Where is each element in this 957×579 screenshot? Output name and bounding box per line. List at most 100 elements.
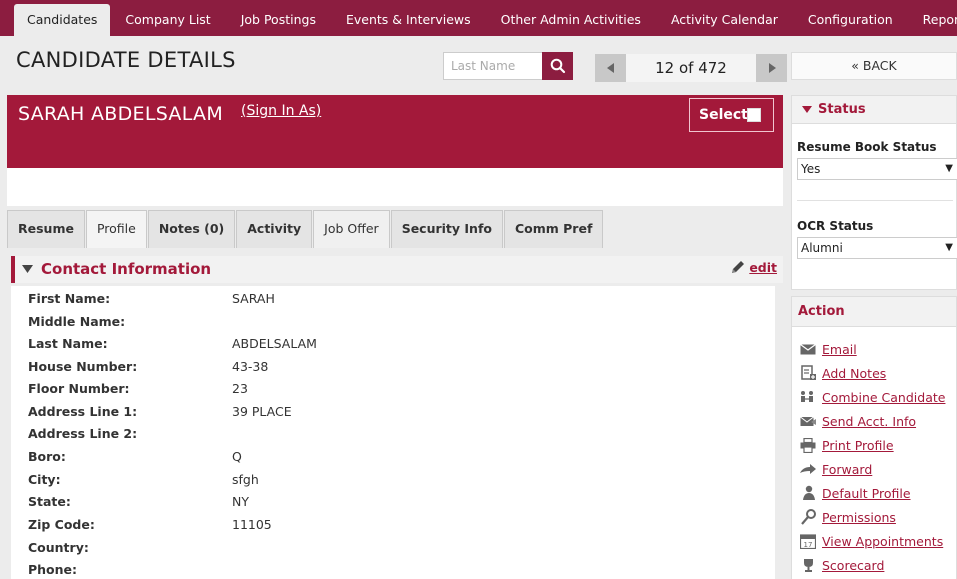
top-navigation: Candidates Company List Job Postings Eve… [0,0,957,36]
field-city: City: sfgh [11,469,775,491]
field-label: Last Name: [28,336,108,351]
tab-resume[interactable]: Resume [7,210,85,248]
contact-information-header[interactable]: Contact Information edit [11,256,783,283]
action-label: Scorecard [822,557,885,573]
action-label: Forward [822,461,873,477]
next-record-button[interactable] [756,54,787,82]
previous-record-button[interactable] [595,54,626,82]
field-floor-number: Floor Number: 23 [11,378,775,400]
edit-contact-link[interactable]: edit [730,259,777,275]
action-scorecard[interactable]: Scorecard [799,555,884,575]
edit-label: edit [749,259,777,275]
field-label: Floor Number: [28,381,130,396]
triangle-left-icon [606,63,614,73]
field-house-number: House Number: 43-38 [11,356,775,378]
field-address-line-2: Address Line 2: [11,423,775,445]
action-permissions[interactable]: Permissions [799,507,896,527]
resume-book-status-select[interactable]: Yes ▼ [797,158,957,180]
field-first-name: First Name: SARAH [11,288,775,310]
nav-other-admin-activities[interactable]: Other Admin Activities [486,4,656,36]
select-value: Yes [801,162,821,176]
last-name-search-input[interactable] [443,52,543,80]
section-title: Contact Information [41,260,212,278]
tab-profile[interactable]: Profile [85,210,147,248]
triangle-right-icon [768,63,776,73]
ocr-status-label: OCR Status [797,219,874,233]
action-view-appointments[interactable]: 17 View Appointments [799,531,943,551]
calendar-icon: 17 [799,533,817,549]
tab-security-info[interactable]: Security Info [390,210,503,248]
svg-text:17: 17 [804,541,813,549]
nav-company-list[interactable]: Company List [110,4,225,36]
action-label: View Appointments [822,533,944,549]
field-boro: Boro: Q [11,446,775,468]
field-label: Middle Name: [28,314,126,329]
tab-comm-pref[interactable]: Comm Pref [503,210,604,248]
action-label: Send Acct. Info [822,413,917,429]
field-label: State: [28,494,71,509]
status-panel: Status Resume Book Status Yes ▼ OCR Stat… [791,95,957,290]
action-default-profile[interactable]: Default Profile [799,483,911,503]
action-print-profile[interactable]: Print Profile [799,435,894,455]
select-value: Alumni [801,241,843,255]
action-label: Email [822,341,857,357]
tab-job-offer[interactable]: Job Offer [313,210,390,248]
action-email[interactable]: Email [799,339,857,359]
field-value: 11105 [232,517,272,532]
add-notes-icon [799,365,817,381]
action-label: Add Notes [822,365,887,381]
action-label: Permissions [822,509,896,525]
select-candidate-toggle[interactable]: Select [689,98,774,132]
sign-in-as-link[interactable]: (Sign In As) [241,103,321,119]
nav-events-interviews[interactable]: Events & Interviews [331,4,486,36]
search-button[interactable] [542,52,573,80]
action-combine-candidate[interactable]: Combine Candidate [799,387,945,407]
field-label: Zip Code: [28,517,95,532]
action-add-notes[interactable]: Add Notes [799,363,886,383]
status-panel-header[interactable]: Status [792,96,956,124]
user-icon [799,485,817,501]
candidate-name: SARAH ABDELSALAM [18,103,224,125]
field-state: State: NY [11,491,775,513]
pager-count: 12 of 472 [626,54,756,82]
field-label: First Name: [28,291,111,306]
nav-candidates[interactable]: Candidates [14,4,111,36]
tab-activity[interactable]: Activity [236,210,313,248]
search-icon [550,58,565,74]
record-pager: 12 of 472 [595,54,787,82]
field-value: SARAH [232,291,275,306]
field-label: Phone: [28,562,78,577]
ocr-status-select[interactable]: Alumni ▼ [797,237,957,259]
select-label: Select [699,107,748,123]
field-value: ABDELSALAM [232,336,317,351]
field-value: Q [232,449,242,464]
page-title: CANDIDATE DETAILS [16,48,236,72]
field-value: 23 [232,381,248,396]
nav-reports[interactable]: Reports [908,4,957,36]
field-value: NY [232,494,249,509]
send-icon [799,413,817,429]
profile-tabs: Resume Profile Notes (0) Activity Job Of… [7,206,604,248]
action-send-acct-info[interactable]: Send Acct. Info [799,411,916,431]
field-middle-name: Middle Name: [11,311,775,333]
email-icon [799,341,817,357]
back-button[interactable]: « BACK [791,52,957,80]
action-forward[interactable]: Forward [799,459,872,479]
caret-down-icon: ▼ [945,242,953,253]
field-label: City: [28,472,61,487]
field-value: 43-38 [232,359,269,374]
print-icon [799,437,817,453]
nav-activity-calendar[interactable]: Activity Calendar [656,4,793,36]
select-checkbox[interactable] [747,108,761,122]
nav-configuration[interactable]: Configuration [793,4,908,36]
action-label: Combine Candidate [822,389,946,405]
pencil-icon [732,261,745,273]
tab-notes[interactable]: Notes (0) [147,210,236,248]
action-panel: Action Email Add Notes Combine Candidate… [791,296,957,579]
field-label: House Number: [28,359,138,374]
caret-down-icon: ▼ [945,163,953,174]
key-icon [799,509,817,525]
field-label: Boro: [28,449,66,464]
field-label: Country: [28,540,89,555]
nav-job-postings[interactable]: Job Postings [226,4,331,36]
